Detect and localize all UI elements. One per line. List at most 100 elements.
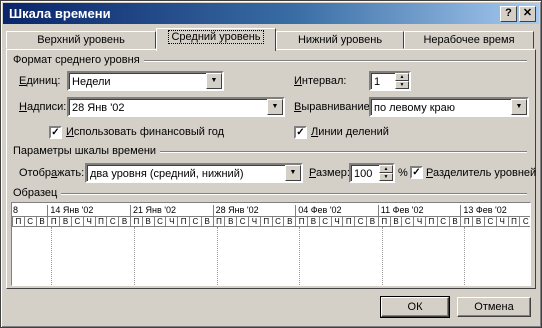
spin-up-icon[interactable]: ▲ (395, 73, 409, 81)
preview-day-label: В (283, 217, 295, 227)
title-bar: Шкала времени ? ✕ (3, 3, 539, 24)
preview-day-label: В (141, 217, 154, 227)
spin-up-icon[interactable]: ▲ (379, 165, 393, 173)
sample-group-divider (13, 193, 527, 195)
scale-group-label: Параметры шкалы времени (13, 145, 161, 157)
tab-panel: Формат среднего уровня Единиц: Недели ▼ … (6, 49, 536, 289)
show-label: Отображать: (19, 167, 85, 179)
spin-buttons[interactable]: ▲ ▼ (395, 73, 409, 89)
percent-label: % (398, 167, 408, 179)
preview-week-line (51, 227, 53, 285)
preview-day-label: В (448, 217, 461, 227)
show-tiers-dropdown[interactable]: два уровня (средний, нижний) ▼ (85, 163, 303, 183)
preview-day-label: П (12, 217, 24, 227)
units-label: Единиц: (19, 75, 61, 87)
preview-major-label: 28 Янв '02 (215, 205, 259, 215)
preview-day-label: С (189, 217, 201, 227)
preview-day-label: В (118, 217, 130, 227)
preview-major-label: 13 Фев '02 (463, 205, 507, 215)
preview-day-label: П (507, 217, 520, 227)
preview-day-label: П (47, 217, 59, 227)
preview-week-line (464, 227, 466, 285)
timescale-dialog: Шкала времени ? ✕ Верхний уровень Средни… (0, 0, 542, 328)
preview-day-label: В (200, 217, 213, 227)
chevron-down-icon[interactable]: ▼ (285, 165, 301, 181)
preview-major-tick (295, 205, 297, 216)
preview-day-label: С (354, 217, 366, 227)
cancel-button[interactable]: Отмена (457, 297, 531, 317)
preview-day-label: П (342, 217, 354, 227)
preview-major-tick (460, 205, 462, 216)
window-title: Шкала времени (9, 6, 111, 21)
preview-day-label: П (177, 217, 189, 227)
preview-day-label: Ч (330, 217, 343, 227)
units-dropdown[interactable]: Недели ▼ (67, 71, 224, 91)
spin-buttons[interactable]: ▲ ▼ (379, 165, 393, 181)
preview-day-label: П (425, 217, 437, 227)
tier-separator-label: Разделитель уровней (426, 167, 537, 179)
preview-day-label: В (224, 217, 236, 227)
preview-day-label: Ч (495, 217, 508, 227)
interval-spinner[interactable]: 1 ▲ ▼ (369, 71, 411, 91)
preview-day-label: С (484, 217, 496, 227)
preview-day-label: В (389, 217, 402, 227)
preview-major-label: 11 Фев '02 (380, 205, 424, 215)
close-button[interactable]: ✕ (519, 6, 536, 22)
preview-day-label: П (377, 217, 390, 227)
captions-label: Надписи: (19, 101, 67, 113)
preview-major-label: 21 Янв '02 (133, 205, 176, 215)
chevron-down-icon[interactable]: ▼ (267, 99, 283, 115)
preview-day-label: С (23, 217, 36, 227)
alignment-dropdown[interactable]: по левому краю ▼ (369, 97, 529, 117)
tick-lines-checkbox[interactable]: ✓ (294, 126, 307, 139)
interval-label: Интервал: (294, 75, 347, 87)
preview-major-tick (377, 205, 379, 216)
tier-separator-checkbox[interactable]: ✓ (410, 166, 423, 179)
fiscal-year-checkbox[interactable]: ✓ (49, 126, 62, 139)
chevron-down-icon[interactable]: ▼ (511, 99, 527, 115)
ok-button[interactable]: ОК (380, 296, 450, 318)
tab-bottom-tier[interactable]: Нижний уровень (276, 31, 404, 49)
preview-day-label: С (236, 217, 248, 227)
format-group-label: Формат среднего уровня (13, 54, 144, 66)
preview-day-label: В (472, 217, 484, 227)
preview-day-label: С (519, 217, 530, 227)
preview-day-label: С (71, 217, 83, 227)
preview-day-label: П (94, 217, 107, 227)
captions-dropdown[interactable]: 28 Янв '02 ▼ (67, 97, 285, 117)
preview-week-line (381, 227, 383, 285)
preview-day-label: Ч (248, 217, 260, 227)
chevron-down-icon[interactable]: ▼ (206, 73, 222, 89)
preview-major-label: 04 Фев '02 (298, 205, 342, 215)
preview-day-label: С (271, 217, 284, 227)
preview-day-label: С (436, 217, 449, 227)
help-button[interactable]: ? (500, 6, 517, 22)
preview-day-label: П (130, 217, 142, 227)
preview-week-line (134, 227, 135, 285)
tab-nonworking-time[interactable]: Нерабочее время (404, 31, 534, 49)
preview-middle-tier: 8 14 Янв '02 21 Янв '02 28 Янв '02 04 Фев '0… (12, 205, 530, 216)
preview-major-label: 14 Янв '02 (50, 205, 94, 215)
preview-day-label: С (106, 217, 118, 227)
preview-major-tick (130, 205, 131, 216)
size-spinner[interactable]: 100 ▲ ▼ (349, 163, 395, 183)
spin-down-icon[interactable]: ▼ (395, 81, 409, 89)
preview-day-label: В (307, 217, 319, 227)
preview-day-label: П (212, 217, 225, 227)
preview-day-label: С (318, 217, 331, 227)
preview-week-line (299, 227, 301, 285)
alignment-label: Выравнивание: (294, 101, 373, 113)
tick-lines-label: Линии делений (311, 126, 389, 138)
preview-day-label: Ч (82, 217, 95, 227)
preview-major-tick (47, 205, 49, 216)
tab-top-tier[interactable]: Верхний уровень (6, 31, 156, 49)
preview-week-line (216, 227, 218, 285)
preview-day-label: П (460, 217, 472, 227)
spin-down-icon[interactable]: ▼ (379, 173, 393, 181)
preview-day-label: С (401, 217, 413, 227)
preview-day-label: В (366, 217, 378, 227)
preview-bottom-tier: ПСВПВСЧПСВПВСЧПСВПВСЧПСВПВСЧПСВПВСЧПСВПВ… (12, 216, 530, 227)
preview-day-label: Ч (165, 217, 177, 227)
preview-day-label: П (259, 217, 272, 227)
tab-middle-tier[interactable]: Средний уровень (156, 28, 276, 51)
